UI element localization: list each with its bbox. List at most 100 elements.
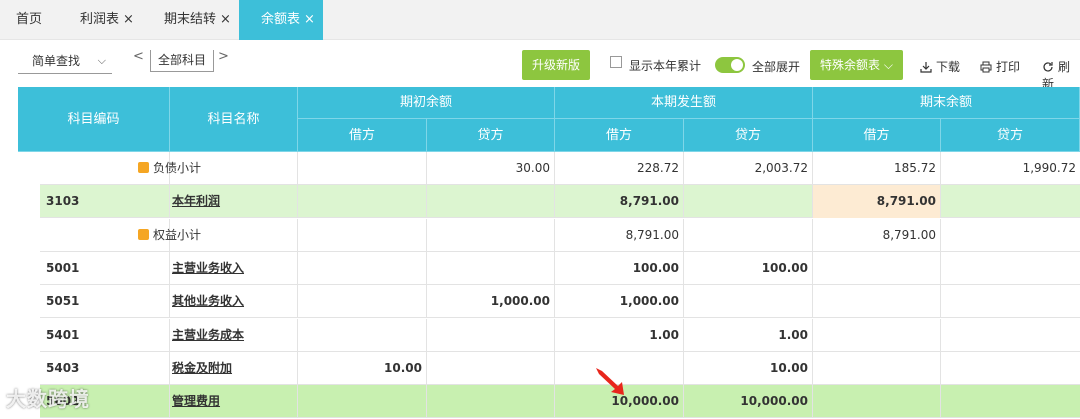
table-row[interactable]: 5401 主营业务成本 1.00 1.00 bbox=[40, 318, 1080, 352]
amount-cell: 100.00 bbox=[684, 251, 813, 285]
tab-label: 期末结转 bbox=[164, 12, 217, 27]
row-name: 本年利润 bbox=[172, 194, 221, 209]
row-name: 权益小计 bbox=[153, 227, 202, 242]
header-period-debit: 借方 bbox=[555, 119, 684, 152]
amount-cell bbox=[427, 185, 555, 219]
tab-bar: 首页 利润表 × 期末结转 × 余额表 × bbox=[0, 0, 1080, 40]
table-row[interactable]: 权益小计 8,791.00 8,791.00 bbox=[40, 218, 1080, 252]
amount-cell bbox=[941, 352, 1080, 385]
toggle-knob bbox=[731, 59, 743, 71]
download-label: 下载 bbox=[936, 60, 961, 74]
next-arrow-button[interactable]: > bbox=[218, 49, 229, 64]
header-opening-credit: 贷方 bbox=[427, 119, 555, 152]
amount-cell: 10.00 bbox=[298, 351, 427, 385]
tab-label: 首页 bbox=[16, 12, 43, 27]
amount-cell bbox=[298, 185, 427, 219]
amount-cell: 185.72 bbox=[813, 152, 941, 185]
close-icon[interactable]: × bbox=[123, 12, 134, 27]
amount-cell bbox=[941, 319, 1080, 352]
header-closing-debit: 借方 bbox=[813, 119, 941, 152]
account-name-link[interactable]: 本年利润 bbox=[170, 185, 298, 219]
amount-cell bbox=[427, 251, 555, 285]
row-name: 税金及附加 bbox=[172, 360, 233, 375]
printer-icon bbox=[980, 61, 992, 73]
table-row[interactable]: 3103 本年利润 8,791.00 8,791.00 bbox=[40, 185, 1080, 219]
amount-cell bbox=[813, 318, 941, 352]
amount-cell bbox=[813, 285, 941, 319]
tab-home[interactable]: 首页 bbox=[16, 0, 42, 40]
amount-cell: 8,791.00 bbox=[813, 218, 941, 252]
amount-cell bbox=[684, 185, 813, 219]
expand-all-toggle[interactable] bbox=[715, 57, 745, 73]
tab-income-statement[interactable]: 利润表 × bbox=[80, 0, 134, 40]
download-icon bbox=[920, 62, 932, 73]
amount-cell: 1,990.72 bbox=[1022, 161, 1076, 175]
amount-cell bbox=[813, 251, 941, 285]
table-row[interactable]: 5001 主营业务收入 100.00 100.00 bbox=[40, 251, 1080, 285]
subject-selector[interactable]: 全部科目 bbox=[150, 50, 214, 72]
row-code: 5403 bbox=[40, 351, 170, 385]
tab-label: 利润表 bbox=[80, 12, 120, 27]
header-opening-debit: 借方 bbox=[298, 119, 427, 152]
header-period: 本期发生额 bbox=[555, 87, 813, 119]
amount-cell: 1.00 bbox=[684, 318, 813, 352]
row-code: 5051 bbox=[40, 285, 170, 319]
tab-period-end[interactable]: 期末结转 × bbox=[164, 0, 231, 40]
amount-cell: 8,791.00 bbox=[555, 185, 684, 219]
download-button[interactable]: 下载 bbox=[920, 58, 960, 75]
table-row[interactable]: 5403 税金及附加 10.00 10.00 bbox=[40, 351, 1080, 385]
amount-cell bbox=[298, 251, 427, 285]
table-row[interactable]: 5602 管理费用 10,000.00 10,000.00 bbox=[40, 385, 1080, 419]
row-name: 负债小计 bbox=[153, 161, 202, 175]
amount-cell: 10.00 bbox=[684, 351, 813, 385]
amount-cell: 1,000.00 bbox=[555, 285, 684, 319]
close-icon[interactable]: × bbox=[304, 12, 315, 27]
search-mode-select[interactable]: 简单查找 ⌵ bbox=[18, 50, 112, 74]
account-name-link[interactable]: 税金及附加 bbox=[170, 351, 298, 385]
row-name: 其他业务收入 bbox=[172, 294, 245, 309]
folder-icon bbox=[138, 162, 149, 173]
amount-cell bbox=[941, 252, 1080, 285]
account-name-link[interactable]: 主营业务收入 bbox=[170, 251, 298, 285]
amount-cell: 10,000.00 bbox=[684, 385, 813, 419]
watermark: 大数跨境 bbox=[6, 387, 90, 411]
amount-cell: 1,000.00 bbox=[427, 285, 555, 319]
chevron-down-icon: ⌵ bbox=[97, 54, 106, 67]
folder-icon bbox=[138, 228, 149, 240]
chevron-down-icon: ⌵ bbox=[883, 58, 893, 72]
amount-cell bbox=[427, 385, 555, 419]
show-year-checkbox[interactable] bbox=[610, 56, 622, 68]
account-name-link[interactable]: 主营业务成本 bbox=[170, 318, 298, 352]
close-icon[interactable]: × bbox=[220, 12, 231, 27]
table-row[interactable]: 负债小计 30.00 228.72 2,003.72 185.72 1,990.72 bbox=[40, 152, 1080, 185]
account-name-link[interactable]: 其他业务收入 bbox=[170, 285, 298, 319]
row-code: 5001 bbox=[40, 251, 170, 285]
amount-cell bbox=[298, 218, 427, 252]
upgrade-button[interactable]: 升级新版 bbox=[522, 50, 590, 80]
header-code: 科目编码 bbox=[18, 87, 170, 152]
amount-cell: 228.72 bbox=[555, 152, 684, 185]
amount-cell bbox=[941, 385, 1080, 418]
amount-cell bbox=[813, 351, 941, 385]
amount-cell: 100.00 bbox=[555, 251, 684, 285]
amount-cell bbox=[684, 218, 813, 252]
tab-balance-sheet[interactable]: 余额表 × bbox=[239, 0, 323, 40]
tab-label: 余额表 bbox=[261, 12, 301, 27]
header-closing-credit: 贷方 bbox=[941, 119, 1080, 152]
account-name-link[interactable]: 管理费用 bbox=[170, 385, 298, 419]
print-button[interactable]: 打印 bbox=[980, 58, 1020, 75]
special-balance-button[interactable]: 特殊余额表 ⌵ bbox=[810, 50, 903, 80]
header-opening: 期初余额 bbox=[298, 87, 555, 119]
header-closing: 期末余额 bbox=[813, 87, 1080, 119]
amount-cell: 8,791.00 bbox=[813, 185, 941, 219]
amount-cell bbox=[941, 219, 1080, 252]
amount-cell: 8,791.00 bbox=[555, 218, 684, 252]
amount-cell: 30.00 bbox=[427, 152, 555, 185]
subtotal-label: 权益小计 bbox=[138, 219, 298, 252]
subtotal-label: 负债小计 bbox=[138, 152, 298, 185]
amount-cell bbox=[298, 285, 427, 319]
table-row[interactable]: 5051 其他业务收入 1,000.00 1,000.00 bbox=[40, 285, 1080, 319]
row-name: 主营业务收入 bbox=[172, 260, 245, 275]
prev-arrow-button[interactable]: < bbox=[133, 49, 144, 64]
amount-cell bbox=[298, 385, 427, 419]
